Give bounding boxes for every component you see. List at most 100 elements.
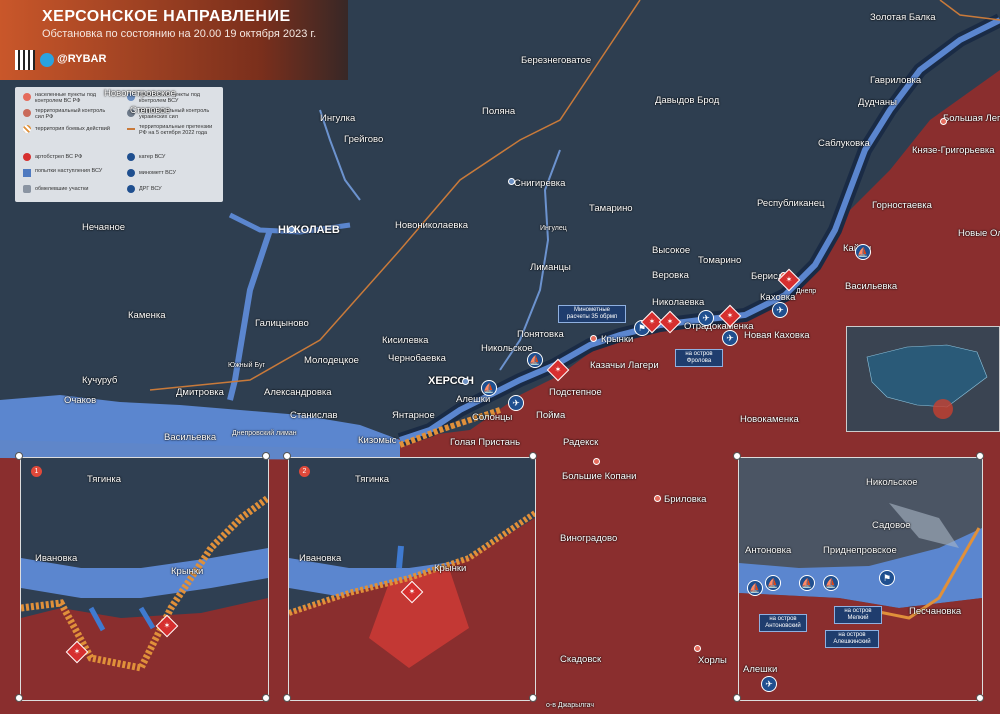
sabotage-group-icon <box>127 185 135 193</box>
city-label: Саблуковка <box>818 138 870 149</box>
mortar-marker: ✈ <box>508 395 524 411</box>
drg-marker: ⚑ <box>879 570 895 586</box>
city-label: Крынки <box>434 563 467 574</box>
city-label: Радекск <box>563 437 599 448</box>
city-label: Нечаяное <box>82 222 126 233</box>
city-label: Ингулка <box>320 113 356 124</box>
inset-number: 2 <box>299 466 310 477</box>
city-label: Антоновка <box>745 545 792 556</box>
river-label: Южный Буг <box>228 362 265 369</box>
inset-handle[interactable] <box>976 452 984 460</box>
shallow-area-icon <box>23 185 31 193</box>
inset-handle[interactable] <box>733 694 741 702</box>
city-label: Тамарино <box>589 203 633 214</box>
mortar-marker: ✈ <box>722 330 738 346</box>
city-label: Крынки <box>171 566 204 577</box>
city-label: Голая Пристань <box>450 437 521 448</box>
city-label: Дудчаны <box>858 97 897 108</box>
city-label: Очаков <box>64 395 97 406</box>
legend-item: катер ВСУ <box>139 154 166 160</box>
city-label: Солонцы <box>472 412 513 423</box>
city-label: Песчановка <box>909 606 962 617</box>
inset-handle[interactable] <box>529 694 537 702</box>
inset-number: 1 <box>31 466 42 477</box>
city-label: Новониколаевка <box>395 220 469 231</box>
river-label: Ингулец <box>540 225 567 232</box>
inset-handle[interactable] <box>976 694 984 702</box>
legend-item: ДРГ ВСУ <box>139 186 162 192</box>
claim-line-icon <box>127 128 135 130</box>
city-label: Республиканец <box>757 198 825 209</box>
boat-marker: ⛵ <box>765 575 781 591</box>
city-label: Бриловка <box>664 494 707 505</box>
mortar-marker: ✈ <box>761 676 777 692</box>
island-label: о-в Джарылгач <box>546 702 594 709</box>
inset-2-shape <box>289 458 535 700</box>
boat-marker: ⛵ <box>855 244 871 260</box>
city-label: Приднепровское <box>823 545 897 556</box>
city-label: Янтарное <box>392 410 435 421</box>
inset-handle[interactable] <box>15 694 23 702</box>
city-label: Новопетровское <box>104 88 176 99</box>
ua-town-marker <box>508 178 515 185</box>
city-label: Никольское <box>866 477 918 488</box>
city-label: Подстепное <box>549 387 602 398</box>
inset-handle[interactable] <box>283 452 291 460</box>
city-label: Пойма <box>536 410 566 421</box>
city-label: Молодецкое <box>304 355 359 366</box>
city-label: Высокое <box>652 245 691 256</box>
island-callout: на остров Мелкий <box>834 606 882 624</box>
city-label: Березнеговатое <box>521 55 592 66</box>
city-label: Станислав <box>290 410 338 421</box>
city-label: Садовое <box>872 520 911 531</box>
island-callout: на остров Антоновский <box>759 614 807 632</box>
boat-marker: ⛵ <box>527 352 543 368</box>
city-label: Алешки <box>456 394 491 405</box>
inset-handle[interactable] <box>733 452 741 460</box>
ru-town-marker <box>940 118 947 125</box>
city-label: Новая Каховка <box>744 330 810 341</box>
legend-item: попытки наступления ВСУ <box>35 168 103 174</box>
city-label: Лиманцы <box>530 262 571 273</box>
city-label: Казачьи Лагери <box>590 360 659 371</box>
map-header: ХЕРСОНСКОЕ НАПРАВЛЕНИЕ Обстановка по сос… <box>0 0 348 80</box>
map: ХЕРСОНСКОЕ НАПРАВЛЕНИЕ Обстановка по сос… <box>0 0 1000 714</box>
ru-town-marker <box>590 335 597 342</box>
minimap-shape <box>866 344 988 419</box>
boat-marker: ⛵ <box>799 575 815 591</box>
ua-town-marker <box>462 378 469 385</box>
mortar-marker: ✈ <box>772 302 788 318</box>
inset-handle[interactable] <box>15 452 23 460</box>
ru-town-marker <box>593 458 600 465</box>
river-label: Днепр <box>796 288 817 295</box>
inset-handle[interactable] <box>529 452 537 460</box>
city-label: Давыдов Брод <box>655 95 720 106</box>
inset-map-2: 2 Тягинка Ивановка Крынки ✶ <box>288 457 536 701</box>
inset-handle[interactable] <box>262 452 270 460</box>
city-label: Большие Копани <box>562 471 637 482</box>
city-label: Каменка <box>128 310 166 321</box>
city-label: Горностаевка <box>872 200 932 211</box>
legend-item: территориальный контроль сил РФ <box>35 108 106 120</box>
boat-marker: ⛵ <box>747 580 763 596</box>
city-label: Тягинка <box>87 474 122 485</box>
city-label: Крынки <box>601 334 634 345</box>
inset-1-shape <box>21 458 268 700</box>
legend-item: территория боевых действий <box>35 126 110 132</box>
inset-handle[interactable] <box>262 694 270 702</box>
telegram-icon <box>40 53 54 67</box>
channel-handle: @RYBAR <box>57 53 107 65</box>
inset-map-1: 1 Тягинка Ивановка Крынки ✶ ✶ <box>20 457 269 701</box>
city-label: Ивановка <box>299 553 342 564</box>
city-label: Новые Олешки <box>958 228 1000 239</box>
city-label: Кучуруб <box>82 375 118 386</box>
ru-town-icon <box>23 93 31 101</box>
city-label: Галицыново <box>255 318 309 329</box>
city-label: Кизомыс <box>358 435 397 446</box>
city-label: Алешки <box>743 664 778 675</box>
city-label: Васильевка <box>164 432 217 443</box>
city-label: Ивановка <box>35 553 78 564</box>
inset-handle[interactable] <box>283 694 291 702</box>
city-label: Чернобаевка <box>388 353 446 364</box>
ru-town-marker <box>694 645 701 652</box>
